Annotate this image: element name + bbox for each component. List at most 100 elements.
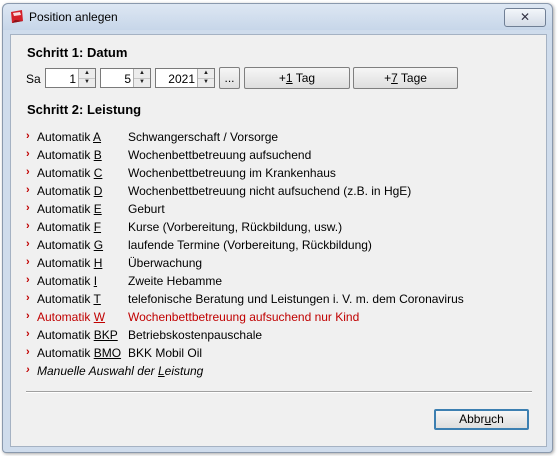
manual-selection-label: Manuelle Auswahl der Leistung [37,364,203,378]
service-item[interactable]: › Automatik B Wochenbettbetreuung aufsuche… [25,148,535,166]
year-value[interactable]: 2021 [168,72,195,86]
service-item[interactable]: › Automatik A Schwangerschaft / Vorsorge [25,130,535,148]
service-item[interactable]: › Automatik BKP Betriebskostenpauschale [25,328,535,346]
service-item-key: G [93,238,104,252]
plus-seven-days-accel: 7 [391,71,398,85]
chevron-right-icon: › [26,310,30,322]
service-item-automatik[interactable]: Automatik G [37,238,103,252]
chevron-right-icon: › [26,328,30,340]
chevron-right-icon: › [26,184,30,196]
service-item-prefix: Automatik [37,130,94,144]
chevron-right-icon: › [26,292,30,304]
service-item-description: Betriebskostenpauschale [128,328,263,342]
service-item-automatik[interactable]: Automatik BMO [37,346,121,360]
day-spinner[interactable]: 1 ▲ ▼ [45,68,96,88]
service-item-automatik[interactable]: Automatik T [37,292,101,306]
service-item-prefix: Automatik [37,310,94,324]
cancel-prefix: Abbr [459,412,485,426]
chevron-right-icon: › [26,274,30,286]
date-picker-button[interactable]: ... [219,67,240,89]
chevron-right-icon: › [26,130,30,142]
service-item-key: W [93,310,106,324]
service-item-automatik[interactable]: Automatik W [37,310,105,324]
service-item[interactable]: › Automatik D Wochenbettbetreuung nicht au… [25,184,535,202]
service-item-key: I [93,274,98,288]
month-down-arrow-icon[interactable]: ▼ [134,78,150,87]
app-logo-icon [11,10,23,23]
cancel-suffix: ch [491,412,504,426]
service-item-description: laufende Termine (Vorbereitung, Rückbild… [128,238,372,252]
title-bar[interactable]: Position anlegen ✕ [3,4,552,30]
year-spinner[interactable]: 2021 ▲ ▼ [155,68,215,88]
service-item-automatik[interactable]: Automatik H [37,256,102,270]
service-item-description: Wochenbettbetreuung aufsuchend nur Kind [128,310,360,324]
chevron-right-icon: › [26,256,30,268]
service-item-description: Wochenbettbetreuung aufsuchend [128,148,312,162]
service-item[interactable]: › Automatik W Wochenbettbetreuung aufsuche… [25,310,535,328]
service-item-description: Schwangerschaft / Vorsorge [128,130,279,144]
service-item[interactable]: › Automatik E Geburt [25,202,535,220]
chevron-right-icon: › [26,364,30,376]
plus-one-day-prefix: + [278,71,286,85]
service-item-key: A [93,130,102,144]
service-item-key: BMO [93,346,122,360]
service-item-prefix: Automatik [37,220,94,234]
service-item[interactable]: › Automatik H Überwachung [25,256,535,274]
service-item-key: H [93,256,103,270]
service-item-automatik[interactable]: Automatik C [37,166,102,180]
year-down-arrow-icon[interactable]: ▼ [198,78,214,87]
plus-one-day-accel: 1 [285,71,293,85]
manual-selection-link[interactable]: › Manuelle Auswahl der Leistung [25,364,535,382]
plus-seven-days-button[interactable]: +7 Tage [353,67,458,89]
service-item-automatik[interactable]: Automatik E [37,202,102,216]
plus-one-day-button[interactable]: +1 Tag [244,67,350,89]
service-item-automatik[interactable]: Automatik D [37,184,102,198]
service-item-prefix: Automatik [37,256,94,270]
step1-heading: Schritt 1: Datum [27,45,128,60]
service-item-automatik[interactable]: Automatik I [37,274,97,288]
plus-seven-days-suffix: Tage [397,71,427,85]
service-item-automatik[interactable]: Automatik BKP [37,328,118,342]
day-spinner-arrows: ▲ ▼ [78,69,95,87]
service-item-prefix: Automatik [37,238,94,252]
service-item-prefix: Automatik [37,328,94,342]
chevron-right-icon: › [26,148,30,160]
month-value[interactable]: 5 [124,72,131,86]
service-item-prefix: Automatik [37,184,94,198]
service-item-prefix: Automatik [37,166,94,180]
manual-accel: L [157,364,165,378]
service-item-description: Wochenbettbetreuung im Krankenhaus [128,166,336,180]
service-item[interactable]: › Automatik Glaufende Termine (Vorbereitu… [25,238,535,256]
month-spinner[interactable]: 5 ▲ ▼ [100,68,151,88]
service-item-key: C [93,166,103,180]
manual-suffix: eistung [164,364,204,378]
service-item-key: BKP [93,328,118,342]
service-item-description: Wochenbettbetreuung nicht aufsuchend (z.… [128,184,412,198]
month-spinner-arrows: ▲ ▼ [133,69,150,87]
service-item[interactable]: › Automatik C Wochenbettbetreuung im Krank… [25,166,535,184]
service-item[interactable]: › Automatik I Zweite Hebamme [25,274,535,292]
service-item-automatik[interactable]: Automatik A [37,130,101,144]
close-button[interactable]: ✕ [504,8,546,27]
service-item-prefix: Automatik [37,202,94,216]
service-item-automatik[interactable]: Automatik F [37,220,101,234]
service-item-key: E [93,202,102,216]
service-item-key: D [93,184,103,198]
service-item-prefix: Automatik [37,292,94,306]
dialog-content: Schritt 1: Datum Sa 1 ▲ ▼ 5 ▲ ▼ 2021 ▲ ▼… [10,34,547,447]
service-item-description: Zweite Hebamme [128,274,223,288]
day-value[interactable]: 1 [69,72,76,86]
day-down-arrow-icon[interactable]: ▼ [79,78,95,87]
service-item[interactable]: › Automatik F Kurse (Vorbereitung, Rückbil… [25,220,535,238]
service-item[interactable]: › Automatik Ttelefonische Beratung und Le… [25,292,535,310]
chevron-right-icon: › [26,202,30,214]
dialog-window: Position anlegen ✕ Schritt 1: Datum Sa 1… [2,3,553,453]
step2-heading: Schritt 2: Leistung [27,102,142,117]
window-title: Position anlegen [29,10,118,24]
service-item[interactable]: › Automatik BMO BKK Mobil Oil [25,346,535,364]
service-item-automatik[interactable]: Automatik B [37,148,102,162]
service-item-key: T [93,292,101,306]
cancel-button[interactable]: Abbruch [434,409,529,430]
service-item-description: Geburt [128,202,165,216]
service-item-key: F [93,220,102,234]
